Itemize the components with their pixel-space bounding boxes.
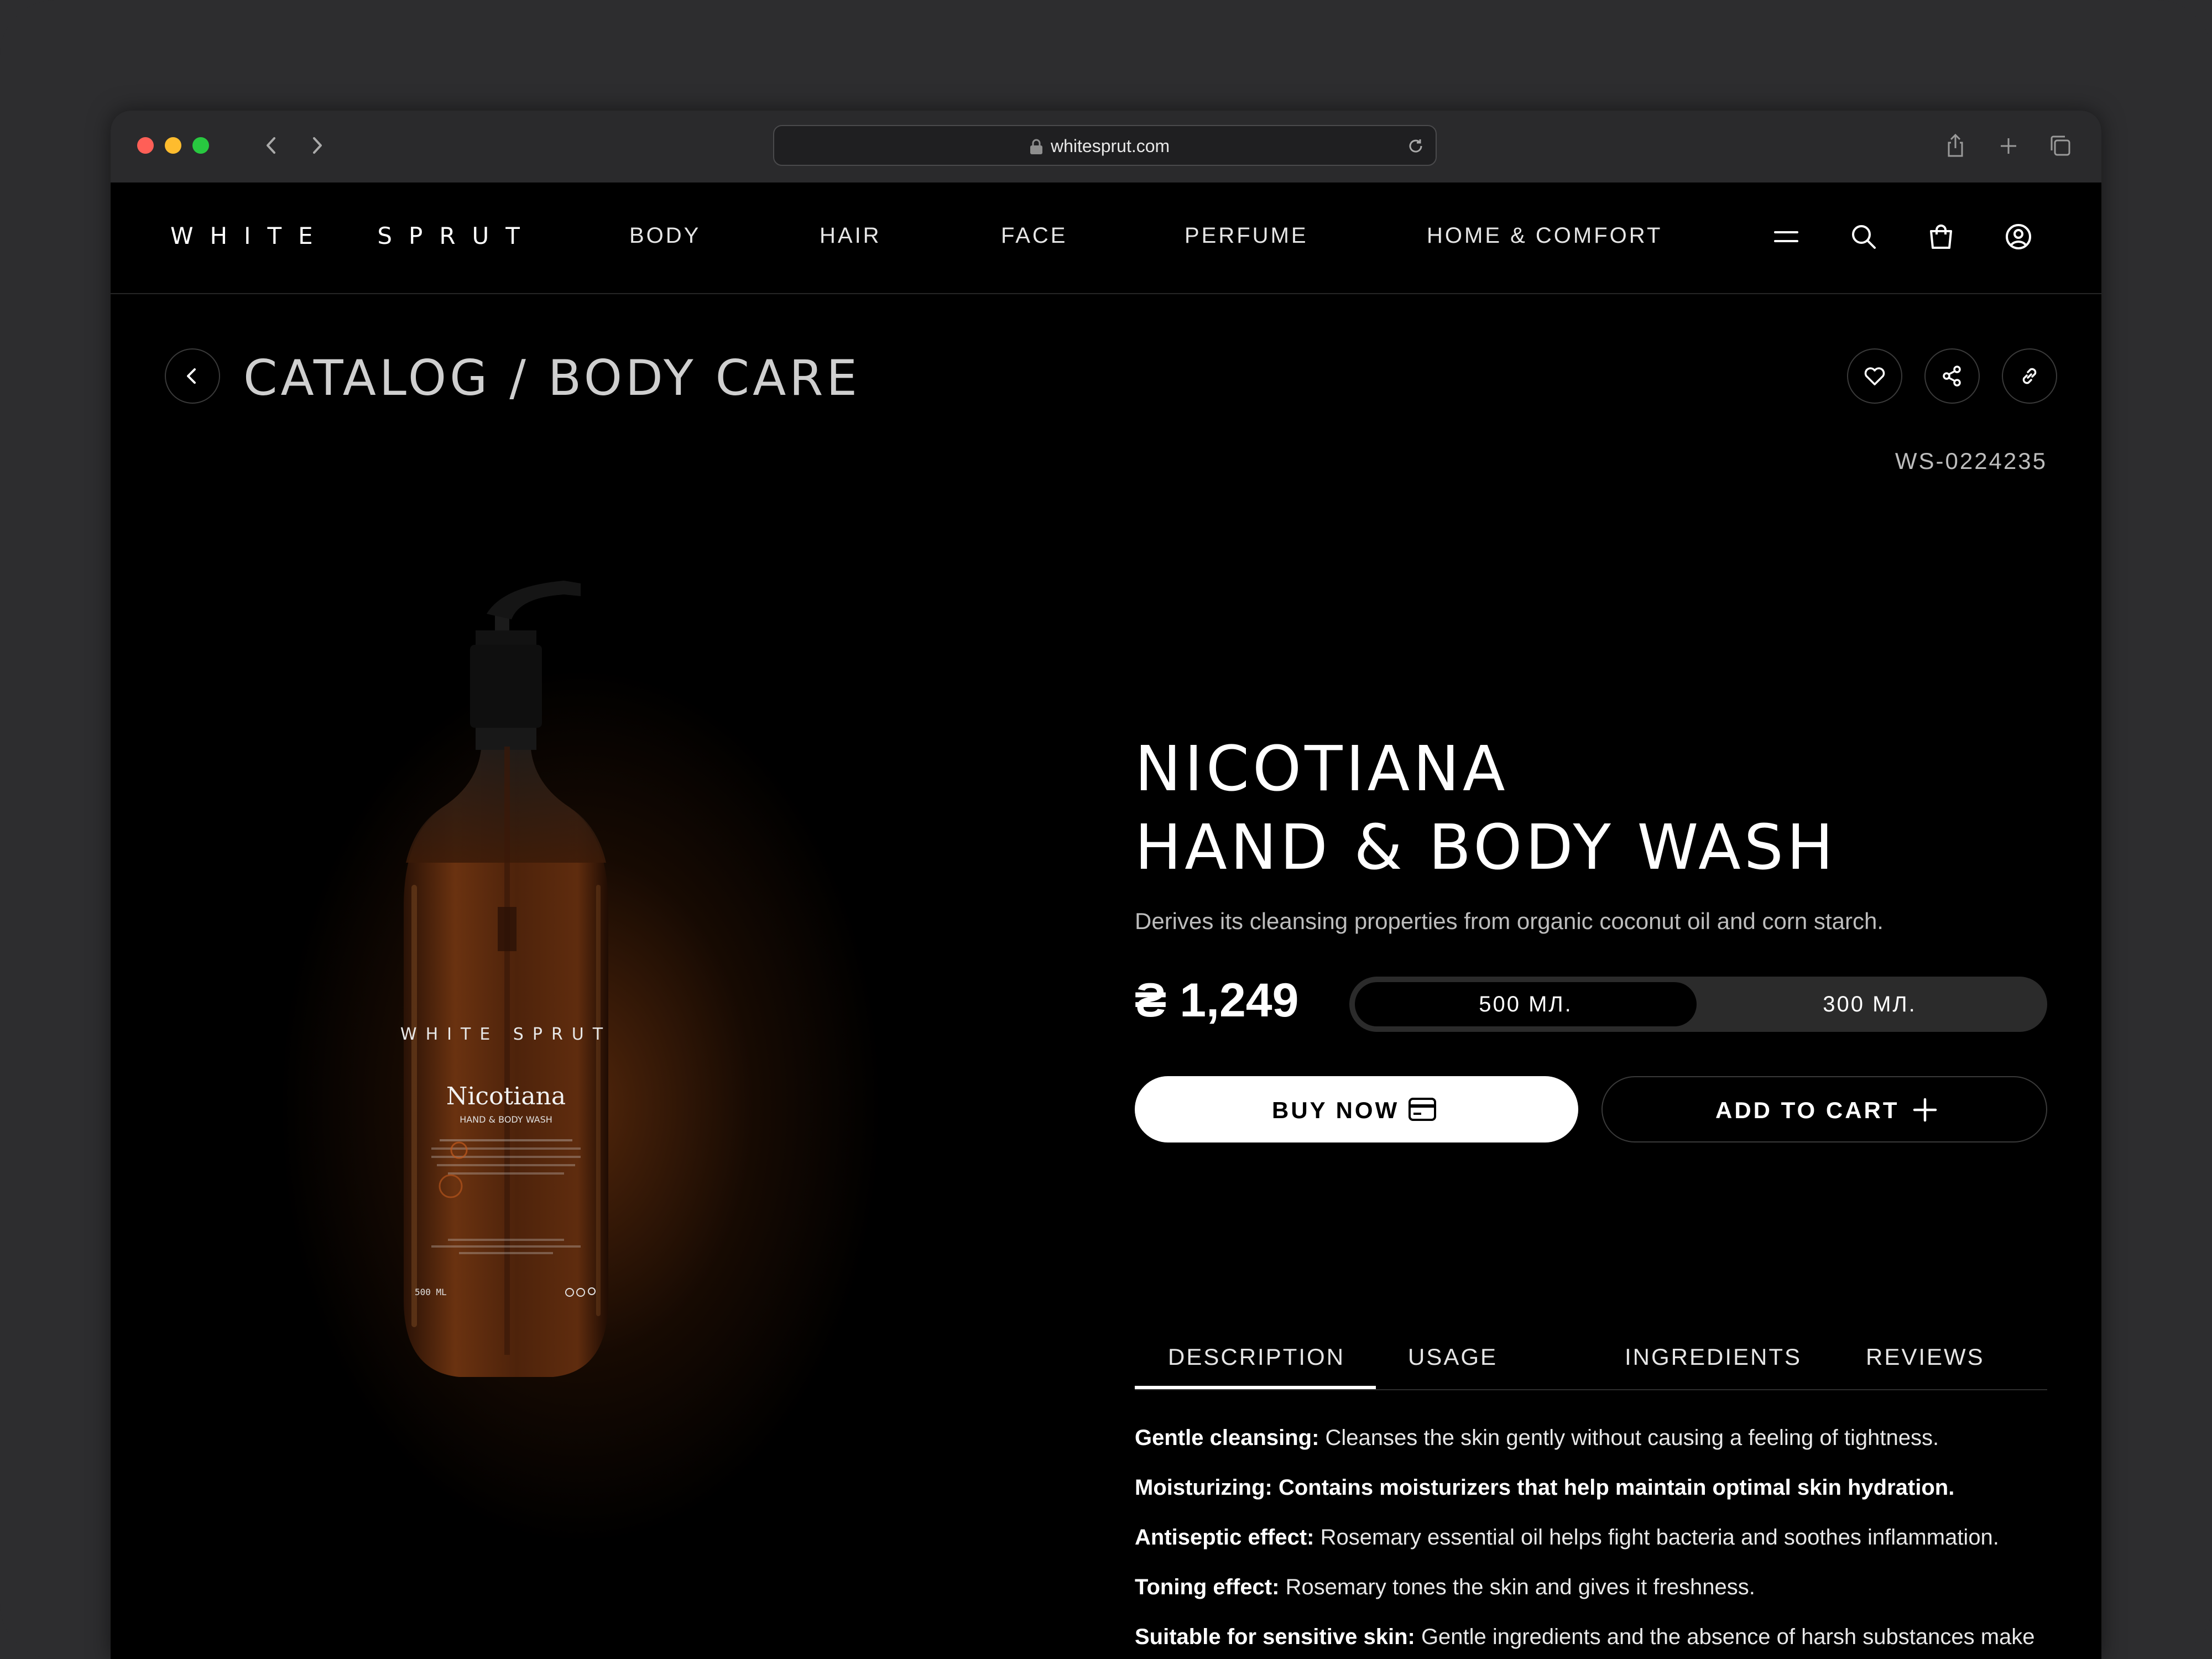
tab-usage[interactable]: USAGE	[1408, 1344, 1498, 1370]
product-title: NICOTIANA HAND & BODY WASH	[1135, 730, 1837, 887]
size-selector: 500 МЛ. 300 МЛ.	[1349, 977, 2047, 1032]
list-item-title: Toning effect:	[1135, 1575, 1280, 1599]
list-item-text: Rosemary tones the skin and gives it fre…	[1279, 1575, 1755, 1599]
reload-icon[interactable]	[1405, 135, 1427, 157]
browser-back-icon[interactable]	[257, 131, 286, 160]
lock-icon	[1029, 138, 1044, 155]
product-description: Derives its cleansing properties from or…	[1135, 908, 1884, 934]
product-title-line-1: NICOTIANA	[1135, 733, 1509, 805]
share-icon	[1943, 366, 1961, 387]
list-item-title: Gentle cleansing:	[1135, 1426, 1319, 1450]
list-item-title: Suitable for sensitive skin:	[1135, 1625, 1415, 1649]
description-list: Gentle cleansing: Cleanses the skin gent…	[1135, 1421, 2047, 1659]
product-sku: WS-0224235	[1895, 448, 2047, 474]
share-page-icon[interactable]	[1940, 131, 1971, 161]
tab-ingredients[interactable]: INGREDIENTS	[1625, 1344, 1802, 1370]
tab-reviews[interactable]: REVIEWS	[1866, 1344, 1985, 1370]
close-window-button[interactable]	[137, 137, 154, 154]
link-icon	[2022, 368, 2037, 384]
nav-item-face[interactable]: FACE	[1001, 223, 1067, 248]
list-item: Gentle cleansing: Cleanses the skin gent…	[1135, 1421, 2047, 1454]
site-header: WHITE SPRUT BODY HAIR FACE PERFUME HOME …	[111, 182, 2101, 294]
add-to-cart-button[interactable]: ADD TO CART	[1601, 1076, 2047, 1142]
url-text: whitesprut.com	[1051, 136, 1170, 156]
account-icon[interactable]	[2001, 219, 2036, 254]
credit-card-icon	[1408, 1098, 1436, 1121]
brand-logo[interactable]: WHITE SPRUT	[170, 222, 536, 249]
chevron-left-icon	[187, 368, 196, 384]
product-title-line-2: HAND & BODY WASH	[1135, 812, 1837, 884]
browser-forward-icon[interactable]	[302, 131, 332, 160]
list-item: Toning effect: Rosemary tones the skin a…	[1135, 1571, 2047, 1604]
list-item: Moisturizing: Contains moisturizers that…	[1135, 1471, 2047, 1504]
address-bar[interactable]: whitesprut.com	[773, 125, 1437, 166]
bottle-sub-text: HAND & BODY WASH	[460, 1114, 552, 1125]
list-item-text: Rosemary essential oil helps fight bacte…	[1314, 1525, 1999, 1550]
copy-link-button[interactable]	[2002, 348, 2057, 404]
active-tab-indicator	[1135, 1386, 1376, 1389]
favorite-button[interactable]	[1847, 348, 1902, 404]
nav-item-perfume[interactable]: PERFUME	[1185, 223, 1308, 248]
list-item-title: Moisturizing: Contains moisturizers that…	[1135, 1475, 1955, 1500]
menu-icon[interactable]	[1768, 219, 1804, 254]
size-option-300[interactable]: 300 МЛ.	[1699, 982, 2041, 1026]
browser-window: whitesprut.com WHITE SPRUT BODY HAIR FAC…	[111, 111, 2101, 1659]
tab-overview-icon[interactable]	[2045, 131, 2076, 161]
buy-now-button[interactable]: BUY NOW	[1135, 1076, 1578, 1142]
product-price: ₴ 1,249	[1135, 974, 1299, 1027]
breadcrumb[interactable]: CATALOG / BODY CARE	[243, 349, 860, 406]
shopping-bag-icon[interactable]	[1923, 219, 1959, 254]
size-option-500[interactable]: 500 МЛ.	[1355, 982, 1697, 1026]
nav-item-hair[interactable]: HAIR	[820, 223, 881, 248]
new-tab-icon[interactable]	[1993, 131, 2024, 161]
add-to-cart-label: ADD TO CART	[1715, 1097, 1900, 1123]
tab-description[interactable]: DESCRIPTION	[1168, 1344, 1345, 1370]
share-button[interactable]	[1924, 348, 1980, 404]
list-item-text: Cleanses the skin gently without causing…	[1319, 1426, 1939, 1450]
back-button[interactable]	[165, 348, 220, 404]
minimize-window-button[interactable]	[165, 137, 181, 154]
list-item-title: Antiseptic effect:	[1135, 1525, 1314, 1550]
bottle-name-text: Nicotiana	[446, 1082, 566, 1110]
nav-item-body[interactable]: BODY	[629, 223, 701, 248]
browser-toolbar: whitesprut.com	[111, 111, 2101, 184]
bottle-brand-text: WHITE SPRUT	[400, 1025, 612, 1044]
list-item: Antiseptic effect: Rosemary essential oi…	[1135, 1521, 2047, 1554]
maximize-window-button[interactable]	[192, 137, 209, 154]
search-icon[interactable]	[1846, 219, 1881, 254]
bottle-volume-text: 500 ML	[415, 1287, 447, 1297]
product-image: WHITE SPRUT Nicotiana HAND & BODY WASH 5…	[400, 581, 612, 1377]
plus-icon	[1913, 1098, 1937, 1122]
nav-item-home-comfort[interactable]: HOME & COMFORT	[1427, 223, 1662, 248]
buy-now-label: BUY NOW	[1272, 1097, 1400, 1123]
list-item: Suitable for sensitive skin: Gentle ingr…	[1135, 1620, 2047, 1659]
device-frame: whitesprut.com WHITE SPRUT BODY HAIR FAC…	[0, 0, 2212, 1659]
product-tabs: DESCRIPTION USAGE INGREDIENTS REVIEWS	[1135, 1338, 2047, 1390]
heart-icon	[1864, 367, 1885, 385]
